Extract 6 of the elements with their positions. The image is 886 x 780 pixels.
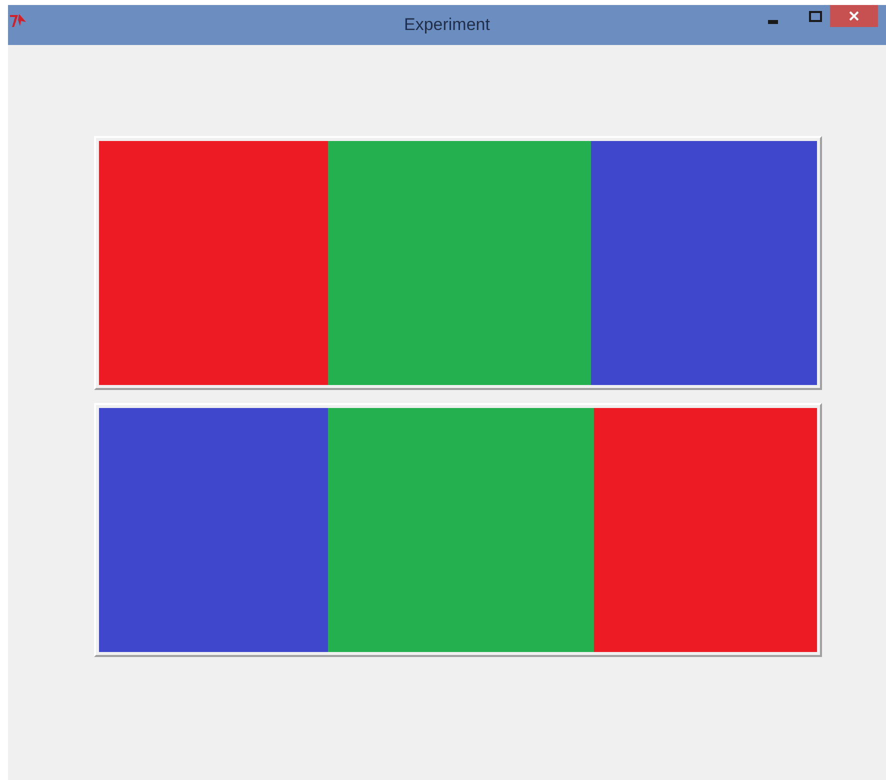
window-title: Experiment: [404, 14, 490, 36]
minimize-icon: [768, 20, 778, 24]
feather-icon: [9, 12, 27, 28]
close-button[interactable]: [830, 5, 878, 27]
close-icon: [849, 11, 859, 21]
maximize-icon: [808, 10, 822, 22]
